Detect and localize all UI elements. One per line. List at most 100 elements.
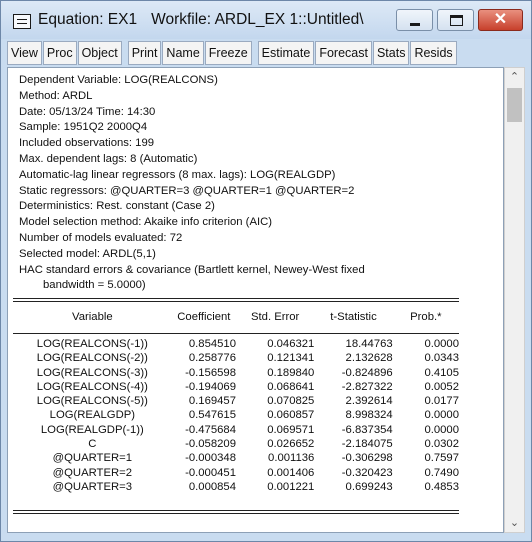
window-title: Equation: EX1 Workfile: ARDL_EX 1::Untitl…: [38, 11, 364, 29]
table-row: LOG(REALCONS(-1)) 0.854510 0.046321 18.4476…: [13, 337, 459, 351]
header-line: Date: 05/13/24 Time: 14:30: [19, 105, 156, 118]
table-row: @QUARTER=1 -0.000348 0.001136 -0.306298 0.75…: [13, 451, 459, 465]
name-button[interactable]: Name: [162, 41, 204, 65]
resids-button[interactable]: Resids: [410, 41, 457, 65]
column-header-variable: Variable: [72, 311, 113, 323]
std-error-cell: 0.070825: [267, 395, 315, 408]
t-statistic-cell: -0.320423: [341, 466, 393, 479]
system-menu-icon[interactable]: [13, 14, 31, 29]
column-header-prob: Prob.*: [410, 311, 442, 323]
std-error-cell: 0.001136: [268, 452, 315, 465]
object-button[interactable]: Object: [77, 41, 122, 65]
prob-cell: 0.0343: [424, 352, 459, 365]
maximize-button[interactable]: [437, 9, 474, 31]
coefficient-cell: -0.058209: [185, 438, 236, 451]
toolbar: View Proc Object Print Name Freeze Estim…: [7, 41, 458, 65]
header-line: Max. dependent lags: 8 (Automatic): [19, 152, 198, 165]
variable-cell: C: [88, 438, 97, 451]
workfile-title: Workfile: ARDL_EX 1::Untitled\: [151, 11, 364, 28]
variable-cell: LOG(REALGDP): [49, 409, 136, 422]
maximize-icon: [450, 15, 463, 26]
header-line: Sample: 1951Q2 2000Q4: [19, 121, 148, 134]
variable-cell: LOG(REALCONS(-4)): [36, 380, 148, 393]
print-button[interactable]: Print: [127, 41, 162, 65]
coefficient-cell: 0.258776: [188, 352, 236, 365]
header-line: Number of models evaluated: 72: [19, 231, 183, 244]
variable-cell: LOG(REALGDP(-1)): [40, 423, 144, 436]
minimize-icon: [410, 23, 420, 26]
t-statistic-cell: -0.306298: [341, 452, 393, 465]
coefficient-cell: -0.194069: [185, 380, 236, 393]
vertical-scrollbar[interactable]: ⌃ ⌄: [504, 67, 525, 533]
equation-title: Equation: EX1: [38, 11, 138, 28]
close-button[interactable]: ✕: [478, 9, 523, 31]
table-row: @QUARTER=3 0.000854 0.001221 0.699243 0.4853: [13, 480, 459, 494]
table-row: LOG(REALCONS(-2)) 0.258776 0.121341 2.13262…: [13, 351, 459, 365]
t-statistic-cell: -2.184075: [341, 438, 393, 451]
view-button[interactable]: View: [7, 41, 42, 65]
scroll-down-icon[interactable]: ⌄: [505, 514, 524, 532]
prob-cell: 0.4105: [424, 366, 459, 379]
header-line: HAC standard errors & covariance (Bartle…: [19, 263, 365, 276]
std-error-cell: 0.121341: [267, 352, 315, 365]
freeze-button[interactable]: Freeze: [204, 41, 252, 65]
column-header-std-error: Std. Error: [250, 311, 300, 323]
coefficient-cell: -0.000451: [185, 466, 236, 479]
t-statistic-cell: 18.44763: [345, 338, 393, 350]
t-statistic-cell: -2.827322: [341, 380, 393, 393]
header-line: Dependent Variable: LOG(REALCONS): [19, 74, 218, 86]
std-error-cell: 0.060857: [267, 409, 315, 422]
table-row: LOG(REALCONS(-4)) -0.194069 0.068641 -2.827…: [13, 380, 459, 394]
table-bottom-rule-1: [13, 510, 459, 511]
header-line: Selected model: ARDL(5,1): [19, 247, 156, 260]
table-row: LOG(REALCONS(-5)) 0.169457 0.070825 2.39261…: [13, 394, 459, 408]
prob-cell: 0.7597: [424, 452, 459, 465]
prob-cell: 0.0000: [424, 423, 459, 436]
prob-cell: 0.0000: [424, 409, 459, 422]
coefficient-cell: -0.156598: [185, 366, 236, 379]
header-line: Deterministics: Rest. constant (Case 2): [19, 200, 215, 213]
coefficient-cell: 0.169457: [188, 395, 236, 408]
coefficient-cell: 0.000854: [188, 480, 236, 493]
table-bottom-rule-2: [13, 513, 459, 514]
table-row: C -0.058209 0.026652 -2.184075 0.0302: [13, 437, 459, 451]
scroll-up-icon[interactable]: ⌃: [505, 68, 524, 86]
variable-cell: @QUARTER=1: [52, 452, 133, 465]
table-row: LOG(REALGDP(-1)) -0.475684 0.069571 -6.8373…: [13, 423, 459, 437]
t-statistic-cell: -0.824896: [341, 366, 393, 379]
coefficient-cell: -0.475684: [185, 423, 236, 436]
table-top-rule-2: [13, 301, 459, 302]
variable-cell: LOG(REALCONS(-5)): [36, 395, 148, 408]
t-statistic-cell: 0.699243: [345, 480, 393, 493]
std-error-cell: 0.189840: [267, 366, 315, 379]
header-line: Model selection method: Akaike info crit…: [19, 216, 273, 229]
table-header-rule: [13, 333, 459, 334]
title-bar[interactable]: Equation: EX1 Workfile: ARDL_EX 1::Untitl…: [1, 1, 531, 39]
minimize-button[interactable]: [396, 9, 433, 31]
equation-window: Equation: EX1 Workfile: ARDL_EX 1::Untitl…: [0, 0, 532, 542]
std-error-cell: 0.046321: [267, 338, 315, 350]
prob-cell: 0.0000: [424, 338, 459, 350]
header-line: Automatic-lag linear regressors (8 max. …: [19, 168, 336, 181]
estimation-output[interactable]: Dependent Variable: LOG(REALCONS) Method…: [7, 67, 504, 533]
std-error-cell: 0.068641: [267, 380, 315, 393]
coefficient-cell: 0.854510: [188, 338, 236, 350]
std-error-cell: 0.001406: [267, 466, 315, 479]
variable-cell: LOG(REALCONS(-3)): [36, 366, 148, 379]
table-row: LOG(REALGDP) 0.547615 0.060857 8.998324 0.00…: [13, 408, 459, 422]
std-error-cell: 0.069571: [267, 423, 315, 436]
forecast-button[interactable]: Forecast: [315, 41, 372, 65]
scroll-thumb[interactable]: [507, 88, 522, 122]
coefficient-cell: 0.547615: [188, 409, 236, 422]
variable-cell: LOG(REALCONS(-1)): [36, 338, 148, 350]
variable-cell: @QUARTER=2: [52, 466, 133, 479]
prob-cell: 0.0302: [424, 438, 459, 451]
t-statistic-cell: 2.132628: [345, 352, 393, 365]
stats-button[interactable]: Stats: [372, 41, 410, 65]
table-row: LOG(REALCONS(-3)) -0.156598 0.189840 -0.824…: [13, 366, 459, 380]
proc-button[interactable]: Proc: [42, 41, 77, 65]
t-statistic-cell: -6.837354: [341, 423, 393, 436]
table-header-row: Variable Coefficient Std. Error t-Statis…: [13, 305, 459, 329]
variable-cell: @QUARTER=3: [52, 480, 133, 493]
estimate-button[interactable]: Estimate: [257, 41, 315, 65]
